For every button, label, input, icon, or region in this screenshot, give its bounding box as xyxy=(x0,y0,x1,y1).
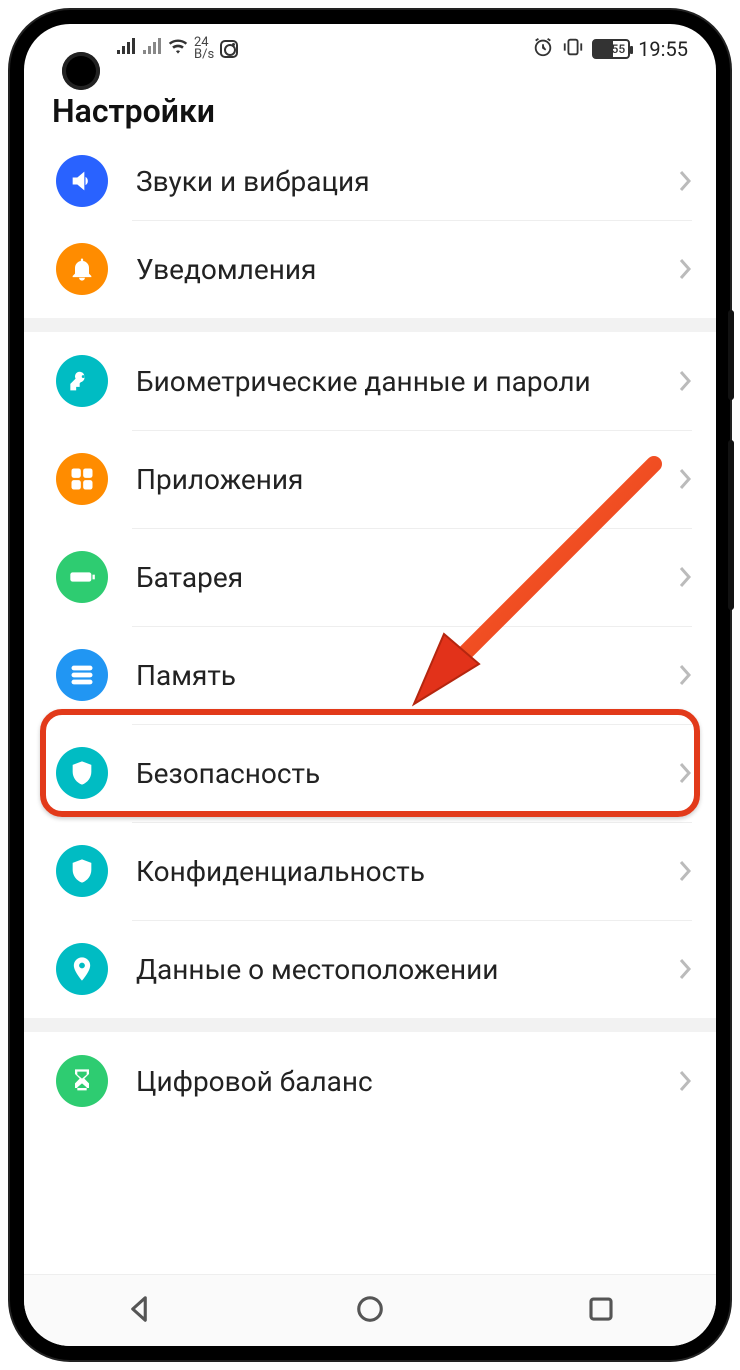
location-icon xyxy=(56,943,108,995)
group-divider xyxy=(24,1018,716,1032)
status-right: 55 19:55 xyxy=(532,36,688,63)
key-icon xyxy=(56,355,108,407)
battery-icon xyxy=(56,551,108,603)
wifi-icon xyxy=(168,38,188,61)
chevron-right-icon xyxy=(678,169,692,193)
chevron-right-icon xyxy=(678,859,692,883)
chevron-right-icon xyxy=(678,761,692,785)
chevron-right-icon xyxy=(678,369,692,393)
nav-back-button[interactable] xyxy=(124,1294,154,1328)
signal-icon-1 xyxy=(116,38,136,61)
group-divider xyxy=(24,318,716,332)
speaker-icon xyxy=(56,155,108,207)
front-camera xyxy=(62,52,100,90)
alarm-icon xyxy=(532,36,554,63)
item-label: Биометрические данные и пароли xyxy=(136,364,678,399)
settings-item-privacy[interactable]: Конфиденциальность xyxy=(24,822,716,920)
settings-item-location[interactable]: Данные о местоположении xyxy=(24,920,716,1018)
item-label: Конфиденциальность xyxy=(136,854,678,889)
status-left: 24 B/s xyxy=(116,37,238,60)
settings-item-bell[interactable]: Уведомления xyxy=(24,220,716,318)
screen: 24 B/s 55 19:55 xyxy=(24,24,716,1346)
chevron-right-icon xyxy=(678,957,692,981)
nav-recents-button[interactable] xyxy=(586,1294,616,1328)
clock: 19:55 xyxy=(638,37,688,61)
item-label: Цифровой баланс xyxy=(136,1064,678,1099)
settings-item-shield[interactable]: Безопасность xyxy=(24,724,716,822)
item-label: Приложения xyxy=(136,462,678,497)
item-label: Безопасность xyxy=(136,756,678,791)
page-header: Настройки xyxy=(24,74,716,142)
item-label: Память xyxy=(136,658,678,693)
speed-unit: B/s xyxy=(194,49,214,61)
chevron-right-icon xyxy=(678,1069,692,1093)
battery-percent: 55 xyxy=(612,42,626,56)
settings-item-key[interactable]: Биометрические данные и пароли xyxy=(24,332,716,430)
nav-bar xyxy=(24,1274,716,1346)
bell-icon xyxy=(56,243,108,295)
settings-item-storage[interactable]: Память xyxy=(24,626,716,724)
item-label: Звуки и вибрация xyxy=(136,164,678,199)
shield-icon xyxy=(56,747,108,799)
chevron-right-icon xyxy=(678,257,692,281)
battery-indicator: 55 xyxy=(592,39,630,59)
signal-icon-2 xyxy=(142,38,162,61)
network-speed: 24 B/s xyxy=(194,37,214,60)
nav-home-button[interactable] xyxy=(355,1294,385,1328)
settings-list[interactable]: Звуки и вибрация Уведомления Биометрически… xyxy=(24,142,716,1274)
page-title: Настройки xyxy=(52,92,688,130)
item-label: Данные о местоположении xyxy=(136,952,678,987)
battery-icon: 55 xyxy=(592,39,630,59)
hourglass-icon xyxy=(56,1055,108,1107)
phone-side-button xyxy=(728,310,734,400)
settings-item-battery[interactable]: Батарея xyxy=(24,528,716,626)
item-label: Батарея xyxy=(136,560,678,595)
settings-item-apps[interactable]: Приложения xyxy=(24,430,716,528)
settings-item-hourglass[interactable]: Цифровой баланс xyxy=(24,1032,716,1130)
chevron-right-icon xyxy=(678,467,692,491)
status-bar: 24 B/s 55 19:55 xyxy=(24,24,716,74)
phone-frame: 24 B/s 55 19:55 xyxy=(10,10,730,1360)
storage-icon xyxy=(56,649,108,701)
chevron-right-icon xyxy=(678,663,692,687)
battery-fill xyxy=(594,41,613,57)
privacy-icon xyxy=(56,845,108,897)
instagram-icon xyxy=(220,40,238,58)
settings-item-speaker[interactable]: Звуки и вибрация xyxy=(24,142,716,220)
apps-icon xyxy=(56,453,108,505)
item-label: Уведомления xyxy=(136,252,678,287)
vibrate-icon xyxy=(562,36,584,63)
chevron-right-icon xyxy=(678,565,692,589)
phone-volume-button xyxy=(728,440,734,610)
